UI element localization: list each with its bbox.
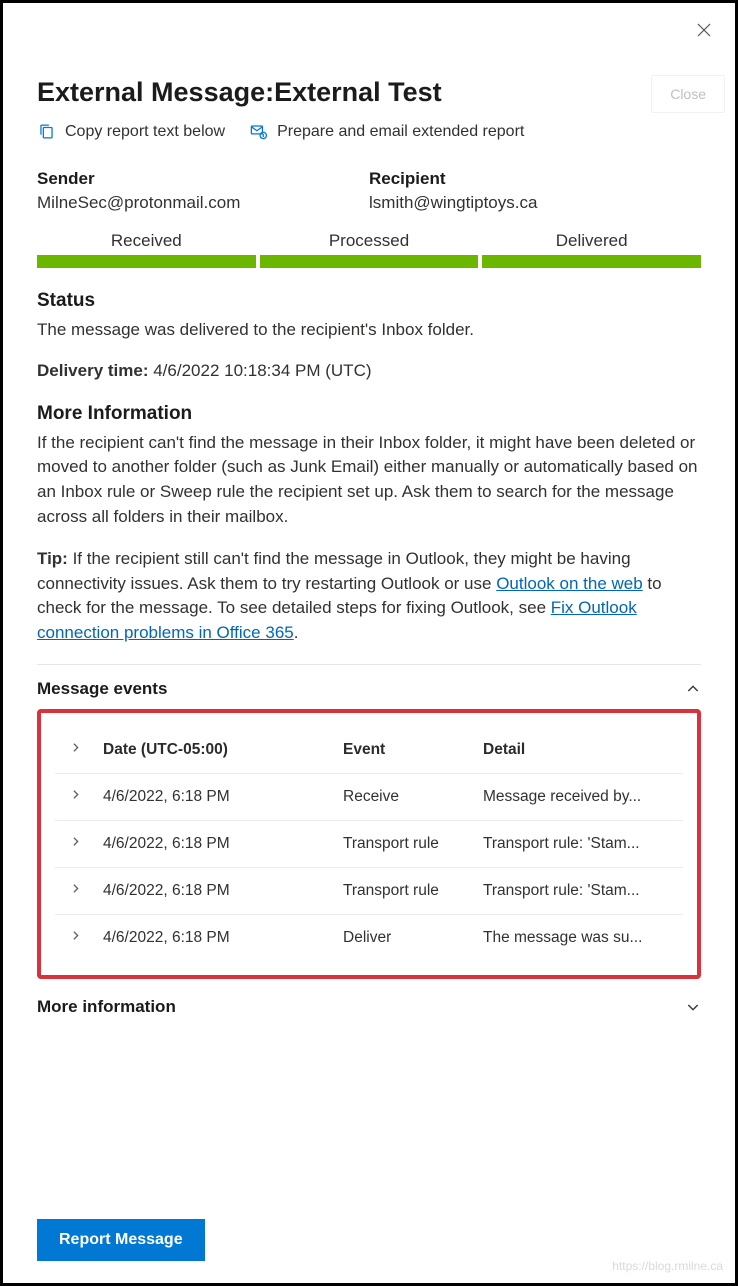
event-date: 4/6/2022, 6:18 PM	[95, 820, 335, 867]
watermark: https://blog.rmilne.ca	[612, 1259, 723, 1273]
table-row[interactable]: 4/6/2022, 6:18 PMTransport ruleTransport…	[55, 867, 683, 914]
message-events-header[interactable]: Message events	[37, 673, 701, 709]
event-type: Transport rule	[335, 820, 475, 867]
chevron-right-icon	[69, 929, 82, 942]
event-detail: Message received by...	[475, 773, 683, 820]
more-information-label: More information	[37, 997, 176, 1017]
delivery-time-value: 4/6/2022 10:18:34 PM (UTC)	[149, 361, 372, 380]
stage-processed-label: Processed	[260, 231, 479, 251]
message-events-table-highlight: Date (UTC-05:00) Event Detail 4/6/2022, …	[37, 709, 701, 979]
divider	[37, 664, 701, 665]
more-info-heading: More Information	[37, 403, 701, 425]
sender-recipient-row: Sender MilneSec@protonmail.com Recipient…	[37, 169, 701, 213]
recipient-label: Recipient	[369, 169, 701, 189]
close-icon[interactable]	[695, 21, 713, 44]
copy-report-label: Copy report text below	[65, 123, 225, 141]
message-events-label: Message events	[37, 679, 167, 699]
event-type: Deliver	[335, 914, 475, 961]
outlook-web-link[interactable]: Outlook on the web	[496, 574, 642, 593]
status-heading: Status	[37, 290, 701, 312]
date-col-header[interactable]: Date (UTC-05:00)	[95, 727, 335, 774]
event-detail: Transport rule: 'Stam...	[475, 867, 683, 914]
message-events-table: Date (UTC-05:00) Event Detail 4/6/2022, …	[55, 727, 683, 961]
message-trace-panel: Close External Message:External Test Cop…	[3, 3, 735, 1283]
expand-col-header[interactable]	[55, 727, 95, 774]
report-message-button[interactable]: Report Message	[37, 1219, 205, 1261]
stage-delivered-bar	[482, 255, 701, 268]
email-report-label: Prepare and email extended report	[277, 123, 524, 141]
table-row[interactable]: 4/6/2022, 6:18 PMReceiveMessage received…	[55, 773, 683, 820]
chevron-right-icon	[69, 835, 82, 848]
email-attach-icon	[249, 122, 268, 141]
event-date: 4/6/2022, 6:18 PM	[95, 867, 335, 914]
delivery-time-row: Delivery time: 4/6/2022 10:18:34 PM (UTC…	[37, 361, 701, 381]
close-button[interactable]: Close	[651, 75, 725, 113]
chevron-down-icon	[685, 999, 701, 1015]
chevron-right-icon	[69, 882, 82, 895]
action-row: Copy report text below Prepare and email…	[37, 122, 701, 141]
tip-text-3: .	[294, 623, 299, 642]
event-type: Transport rule	[335, 867, 475, 914]
event-date: 4/6/2022, 6:18 PM	[95, 773, 335, 820]
event-type: Receive	[335, 773, 475, 820]
status-text: The message was delivered to the recipie…	[37, 318, 701, 343]
tip-label: Tip:	[37, 549, 68, 568]
event-date: 4/6/2022, 6:18 PM	[95, 914, 335, 961]
delivery-stages: Received Processed Delivered	[37, 231, 701, 268]
stage-delivered-label: Delivered	[482, 231, 701, 251]
copy-report-action[interactable]: Copy report text below	[37, 122, 225, 141]
page-title: External Message:External Test	[37, 77, 701, 108]
detail-col-header[interactable]: Detail	[475, 727, 683, 774]
stage-received-bar	[37, 255, 256, 268]
more-info-tip: Tip: If the recipient still can't find t…	[37, 547, 701, 646]
event-detail: Transport rule: 'Stam...	[475, 820, 683, 867]
more-info-para1: If the recipient can't find the message …	[37, 431, 701, 530]
stage-received-label: Received	[37, 231, 256, 251]
chevron-right-icon	[69, 788, 82, 801]
table-row[interactable]: 4/6/2022, 6:18 PMDeliverThe message was …	[55, 914, 683, 961]
chevron-right-icon	[69, 741, 82, 754]
event-col-header[interactable]: Event	[335, 727, 475, 774]
table-row[interactable]: 4/6/2022, 6:18 PMTransport ruleTransport…	[55, 820, 683, 867]
sender-label: Sender	[37, 169, 369, 189]
sender-value: MilneSec@protonmail.com	[37, 193, 369, 213]
copy-icon	[37, 122, 56, 141]
chevron-up-icon	[685, 681, 701, 697]
delivery-time-label: Delivery time:	[37, 361, 149, 380]
stage-processed-bar	[260, 255, 479, 268]
email-report-action[interactable]: Prepare and email extended report	[249, 122, 524, 141]
event-detail: The message was su...	[475, 914, 683, 961]
more-information-collapsible[interactable]: More information	[37, 991, 701, 1027]
recipient-value: lsmith@wingtiptoys.ca	[369, 193, 701, 213]
